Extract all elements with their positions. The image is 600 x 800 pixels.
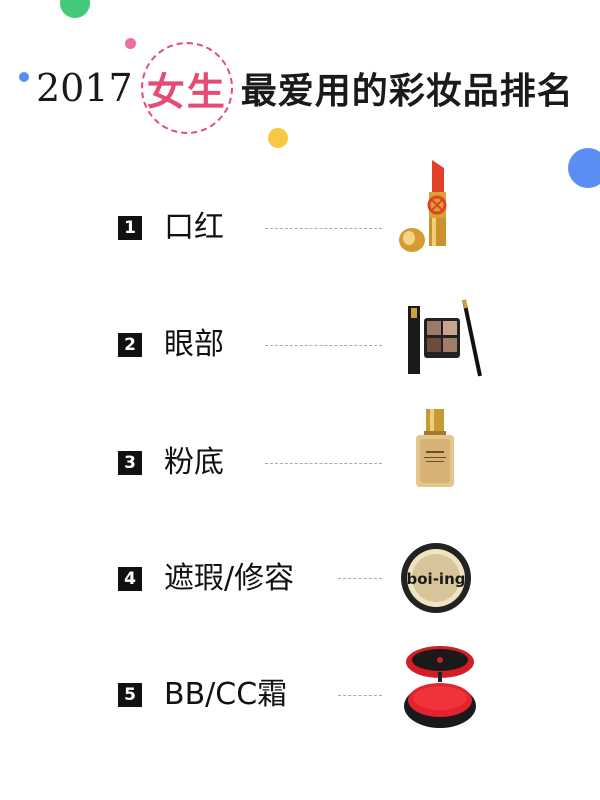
ranking-item-5: 5 BB/CC霜 [0, 640, 600, 750]
yellow-dot [268, 128, 288, 148]
lipstick-image [399, 160, 447, 252]
item-label: 遮瑕/修容 [164, 561, 295, 596]
eye-makeup-image [408, 299, 482, 377]
foundation-image [416, 409, 454, 487]
title-highlight-circle: 女生 [140, 42, 233, 134]
title-highlight: 女生 [146, 69, 227, 114]
title-year: 2017 [36, 66, 133, 110]
dashed-divider [265, 463, 382, 464]
cushion-compact-image [404, 646, 476, 728]
rank-badge: 4 [118, 567, 142, 591]
item-label: BB/CC霜 [164, 677, 288, 712]
green-dot [60, 0, 90, 18]
rank-badge: 2 [118, 333, 142, 357]
dashed-divider [338, 695, 382, 696]
item-label: 口红 [164, 210, 224, 245]
item-label: 粉底 [164, 445, 224, 480]
ranking-item-2: 2 眼部 [0, 290, 600, 400]
dashed-divider [265, 345, 382, 346]
page-title: 2017 女生 最爱用的彩妆品排名 [18, 42, 598, 134]
ranking-item-1: 1 口红 [0, 160, 600, 280]
rank-badge: 1 [118, 216, 142, 240]
rank-badge: 5 [118, 683, 142, 707]
rank-badge: 3 [118, 451, 142, 475]
concealer-brand-text: boi-ing [407, 570, 466, 588]
item-label: 眼部 [164, 327, 224, 362]
ranking-item-4: 4 遮瑕/修容 boi-ing [0, 520, 600, 630]
ranking-item-3: 3 粉底 [0, 405, 600, 515]
concealer-image: boi-ing [401, 543, 471, 613]
dashed-divider [265, 228, 382, 229]
dashed-divider [338, 578, 382, 579]
title-rest: 最爱用的彩妆品排名 [240, 71, 574, 112]
